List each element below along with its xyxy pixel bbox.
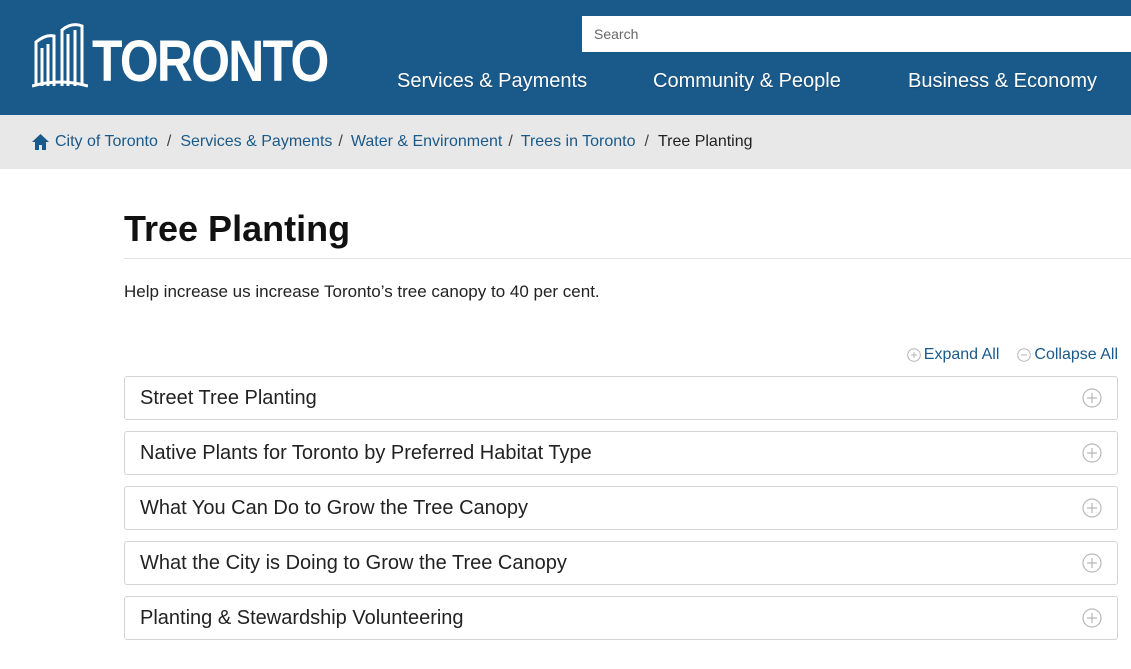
plus-circle-icon [1082,388,1102,408]
nav-community-people[interactable]: Community & People [653,70,841,93]
accordion-item-native-plants[interactable]: Native Plants for Toronto by Preferred H… [124,431,1118,475]
accordion-label: Native Plants for Toronto by Preferred H… [140,441,592,464]
breadcrumb: City of Toronto / Services & Payments / … [0,115,1131,169]
breadcrumb-city-of-toronto[interactable]: City of Toronto [55,133,158,151]
breadcrumb-separator: / [166,133,172,150]
accordion-item-planting-volunteering[interactable]: Planting & Stewardship Volunteering [124,596,1118,640]
breadcrumb-separator: / [338,133,343,150]
search-input[interactable] [582,16,1131,52]
breadcrumb-services-payments[interactable]: Services & Payments [180,133,332,151]
nav-business-economy[interactable]: Business & Economy [908,70,1097,93]
expand-all-label: Expand All [923,346,1000,363]
home-icon[interactable] [32,134,49,150]
minus-circle-icon [1017,348,1032,362]
plus-circle-icon [1082,498,1102,518]
expand-all-button[interactable]: Expand All [906,346,1000,364]
page-title: Tree Planting [124,208,351,249]
plus-circle-icon [1082,608,1102,628]
plus-circle-icon [1082,553,1102,573]
accordion-label: Planting & Stewardship Volunteering [140,606,464,629]
accordion-item-what-you-can-do[interactable]: What You Can Do to Grow the Tree Canopy [124,486,1118,530]
main-nav: Services & Payments Community & People B… [0,70,1131,98]
nav-services-payments[interactable]: Services & Payments [397,70,587,93]
plus-circle-icon [1082,443,1102,463]
collapse-all-button[interactable]: Collapse All [1017,346,1118,364]
accordion-item-what-the-city-is-doing[interactable]: What the City is Doing to Grow the Tree … [124,541,1118,585]
breadcrumb-water-environment[interactable]: Water & Environment [351,133,502,151]
accordion-label: What You Can Do to Grow the Tree Canopy [140,496,528,519]
breadcrumb-separator: / [644,133,649,150]
accordion-controls: Expand All Collapse All [889,346,1118,364]
plus-circle-icon [906,348,921,362]
accordion-label: Street Tree Planting [140,386,317,409]
breadcrumb-trees-in-toronto[interactable]: Trees in Toronto [521,133,636,151]
page-intro: Help increase us increase Toronto’s tree… [124,282,600,301]
breadcrumb-current: Tree Planting [657,133,753,150]
breadcrumb-separator: / [508,133,513,150]
site-header: TORONTO Services & Payments Community & … [0,0,1131,115]
collapse-all-label: Collapse All [1034,346,1118,363]
accordion-label: What the City is Doing to Grow the Tree … [140,551,567,574]
accordion-item-street-tree-planting[interactable]: Street Tree Planting [124,376,1118,420]
title-divider [124,258,1131,259]
